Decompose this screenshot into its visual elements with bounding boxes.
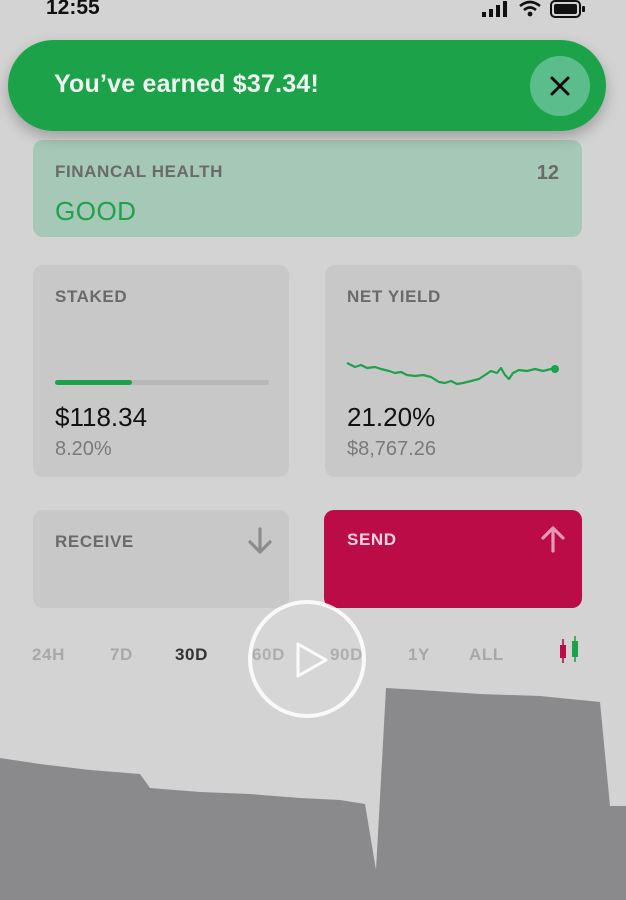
earnings-toast: You’ve earned $37.34!	[8, 40, 606, 131]
staked-card[interactable]: STAKED $118.34 8.20%	[33, 265, 289, 477]
candlestick-chart-icon[interactable]	[556, 636, 582, 666]
receive-button[interactable]: RECEIVE	[33, 510, 289, 608]
staked-percent: 8.20%	[55, 438, 112, 460]
toast-close-button[interactable]	[530, 56, 590, 116]
staked-progress-fill	[55, 380, 133, 385]
range-30d[interactable]: 30D	[175, 645, 208, 665]
range-all[interactable]: ALL	[469, 645, 504, 665]
wifi-icon	[519, 0, 541, 17]
status-time: 12:55	[46, 0, 100, 19]
battery-icon	[550, 0, 585, 18]
net-yield-amount: $8,767.26	[347, 438, 436, 460]
status-icons	[482, 0, 586, 18]
staked-label: STAKED	[55, 287, 128, 306]
financial-health-label: FINANCAL HEALTH	[55, 162, 223, 181]
send-button[interactable]: SEND	[324, 510, 582, 608]
send-label: SEND	[347, 530, 397, 549]
arrow-up-icon	[541, 526, 565, 553]
range-1y[interactable]: 1Y	[408, 645, 430, 665]
financial-health-card[interactable]: FINANCAL HEALTH 12 GOOD	[33, 140, 582, 237]
net-yield-percent: 21.20%	[347, 402, 436, 432]
play-button[interactable]	[248, 600, 366, 718]
health-score: 12	[536, 162, 559, 184]
staked-progress-bar	[55, 380, 269, 385]
signal-icon	[482, 1, 507, 17]
receive-label: RECEIVE	[55, 532, 134, 551]
staked-amount: $118.34	[55, 402, 148, 432]
close-icon	[550, 76, 570, 96]
health-status: GOOD	[55, 196, 137, 226]
play-icon	[296, 642, 328, 678]
status-bar: 12:55	[0, 0, 626, 24]
net-yield-card[interactable]: NET YIELD 21.20% $8,767.26	[325, 265, 582, 477]
toast-message: You’ve earned $37.34!	[54, 70, 319, 98]
arrow-down-icon	[248, 527, 272, 554]
net-yield-label: NET YIELD	[347, 287, 441, 306]
net-yield-sparkline	[346, 362, 559, 386]
range-24h[interactable]: 24H	[32, 645, 65, 665]
range-7d[interactable]: 7D	[110, 645, 133, 665]
